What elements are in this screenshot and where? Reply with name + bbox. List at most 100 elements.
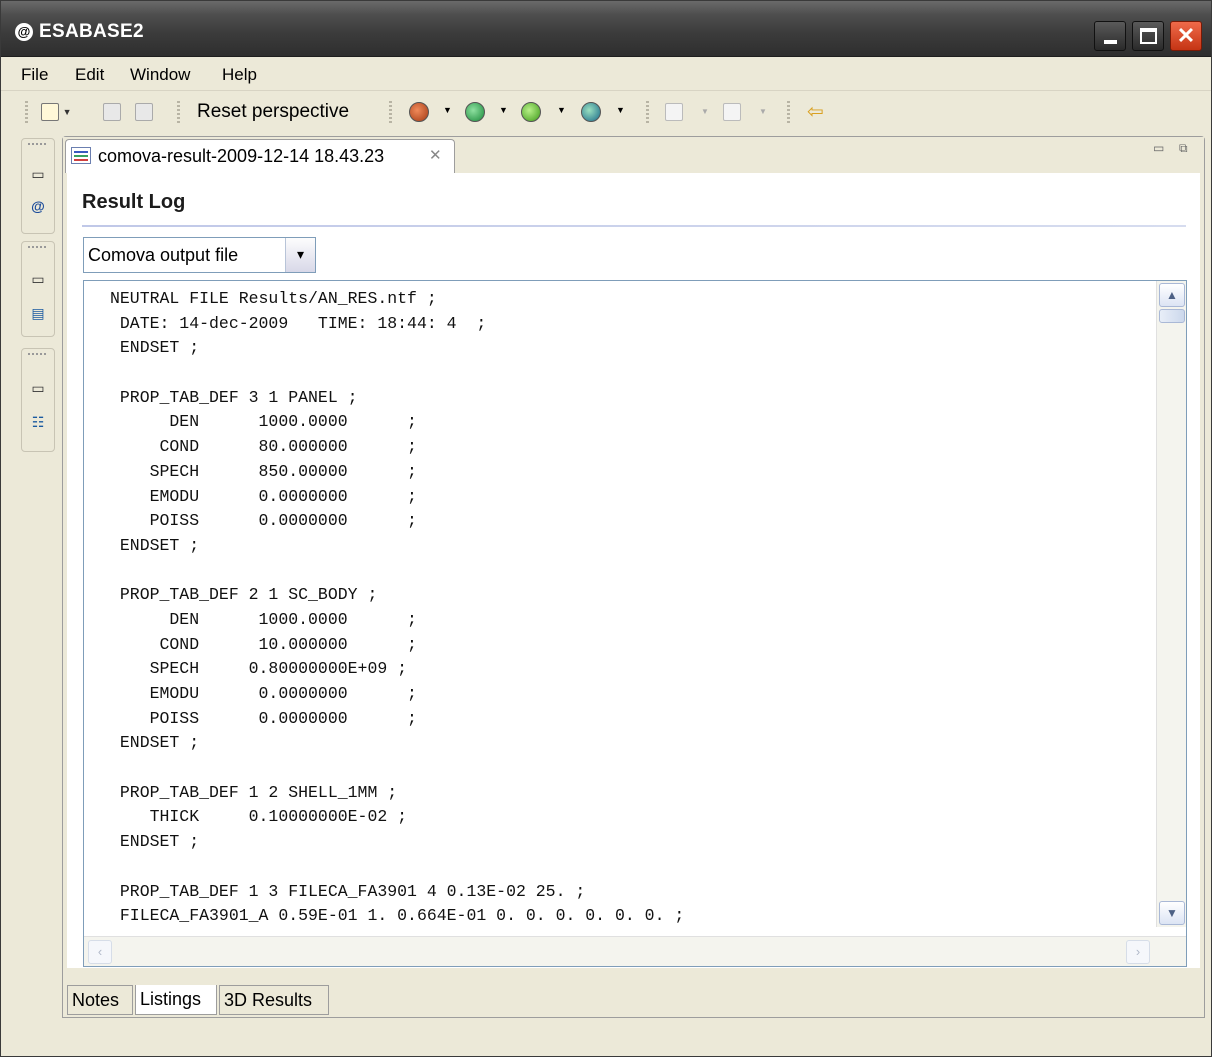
log-line: PROP_TAB_DEF 1 3 FILECA_FA3901 4 0.13E-0… — [110, 881, 586, 901]
run-blue-icon[interactable] — [581, 102, 601, 122]
table-view-icon[interactable]: ▤ — [29, 304, 47, 322]
editor-area: comova-result-2009-12-14 18.43.23 ✕ ▭ ⧉ … — [62, 136, 1205, 1018]
vertical-scrollbar[interactable]: ▲ ▼ — [1156, 281, 1186, 927]
log-line: EMODU 0.0000000 ; — [110, 684, 417, 703]
log-textarea[interactable]: NEUTRAL FILE Results/AN_RES.ntf ; DATE: … — [83, 280, 1187, 967]
log-line: POISS 0.0000000 ; — [110, 511, 417, 531]
toolbar-grip[interactable] — [787, 101, 790, 123]
trim-stack-1: ▭ @ — [21, 138, 55, 234]
log-text: NEUTRAL FILE Results/AN_RES.ntf ; DATE: … — [110, 289, 684, 931]
title-bar[interactable]: @ ESABASE2 ✕ — [1, 1, 1211, 57]
toolbar-grip[interactable] — [177, 101, 180, 123]
scroll-right-icon[interactable]: › — [1126, 940, 1150, 964]
previous-annotation-icon[interactable] — [723, 103, 741, 121]
restore-icon[interactable]: ▭ — [29, 165, 47, 183]
save-button[interactable] — [103, 100, 121, 122]
new-dropdown-icon: ▼ — [62, 107, 72, 117]
menu-file[interactable]: File — [21, 65, 48, 85]
log-line: THICK 0.10000000E-02 ; — [110, 807, 408, 827]
log-line: PROP_TAB_DEF 2 1 SC_BODY ; — [110, 585, 378, 605]
main-toolbar: ▼ — [1, 91, 1211, 133]
log-line: POISS 0.0000000 ; — [110, 708, 417, 728]
run-red-icon[interactable] — [409, 102, 429, 122]
next-annotation-icon[interactable] — [665, 103, 683, 121]
dropdown-arrow-icon[interactable]: ▼ — [557, 105, 566, 115]
minimize-button[interactable] — [1094, 21, 1126, 51]
menu-window[interactable]: Window — [130, 65, 190, 85]
log-line: EMODU 0.0000000 ; — [110, 486, 417, 506]
close-button[interactable]: ✕ — [1170, 21, 1202, 51]
tab-3d-results[interactable]: 3D Results — [219, 985, 329, 1015]
menu-bar: File Edit Window Help — [1, 57, 1211, 91]
scroll-up-icon[interactable]: ▲ — [1159, 283, 1185, 307]
menu-help[interactable]: Help — [222, 65, 257, 85]
toolbar-grip[interactable] — [25, 101, 28, 123]
select-value: Comova output file — [88, 245, 239, 265]
close-icon: ✕ — [1176, 23, 1196, 48]
maximize-view-icon[interactable]: ⧉ — [1179, 141, 1188, 156]
dropdown-arrow-icon[interactable]: ▼ — [616, 105, 625, 115]
toolbar-grip[interactable] — [389, 101, 392, 123]
scroll-thumb[interactable] — [1159, 309, 1185, 323]
back-arrow-icon[interactable]: ⇦ — [807, 99, 824, 124]
scroll-down-icon[interactable]: ▼ — [1159, 901, 1185, 925]
maximize-icon — [1140, 28, 1157, 44]
outline-view-icon[interactable]: ☷ — [29, 413, 47, 431]
dropdown-arrow-icon[interactable]: ▼ — [499, 105, 508, 115]
dropdown-arrow-icon[interactable]: ▼ — [443, 105, 452, 115]
log-line: PROP_TAB_DEF 1 2 SHELL_1MM ; — [110, 782, 398, 802]
minimize-icon — [1104, 40, 1117, 44]
save-all-icon — [135, 102, 153, 121]
editor-tab-label: comova-result-2009-12-14 18.43.23 — [98, 146, 385, 166]
new-icon — [41, 102, 59, 121]
log-line: DEN 1000.0000 ; — [110, 412, 417, 432]
minimize-view-icon[interactable]: ▭ — [1153, 141, 1164, 155]
trim-stack-3: ▭ ☷ — [21, 348, 55, 452]
log-line: FILECA_FA3901_A 0.59E-01 1. 0.664E-01 0.… — [110, 906, 685, 926]
trim-stack-2: ▭ ▤ — [21, 241, 55, 337]
result-log-page: Result Log Comova output file ▾ NEUTRAL … — [67, 173, 1200, 968]
chevron-down-icon[interactable]: ▾ — [285, 238, 315, 272]
reset-perspective-button[interactable]: Reset perspective — [197, 101, 349, 123]
run-green-icon[interactable] — [465, 102, 485, 122]
log-line: PROP_TAB_DEF 3 1 PANEL ; — [110, 387, 358, 407]
output-file-select[interactable]: Comova output file ▾ — [83, 237, 316, 273]
log-line: DATE: 14-dec-2009 TIME: 18:44: 4 ; — [110, 313, 487, 333]
trim-grip[interactable] — [28, 246, 48, 248]
log-line: NEUTRAL FILE Results/AN_RES.ntf ; — [110, 289, 437, 308]
trim-grip[interactable] — [28, 353, 48, 355]
save-all-button[interactable] — [135, 100, 153, 122]
editor-tab-result[interactable]: comova-result-2009-12-14 18.43.23 ✕ — [65, 139, 455, 173]
tab-notes[interactable]: Notes — [67, 985, 133, 1015]
trim-grip[interactable] — [28, 143, 48, 145]
log-line: ENDSET ; — [110, 535, 200, 555]
dropdown-arrow-icon[interactable]: ▼ — [701, 107, 709, 116]
run-lime-icon[interactable] — [521, 102, 541, 122]
maximize-button[interactable] — [1132, 21, 1164, 51]
menu-edit[interactable]: Edit — [75, 65, 104, 85]
editor-tab-strip: comova-result-2009-12-14 18.43.23 ✕ ▭ ⧉ — [63, 137, 1204, 173]
tab-listings[interactable]: Listings — [135, 985, 217, 1015]
dropdown-arrow-icon[interactable]: ▼ — [759, 107, 767, 116]
new-wizard-button[interactable]: ▼ — [41, 100, 72, 122]
app-window: @ ESABASE2 ✕ File Edit Window Help ▼ Res… — [0, 0, 1212, 1057]
restore-icon[interactable]: ▭ — [29, 270, 47, 288]
toolbar-grip[interactable] — [646, 101, 649, 123]
log-line: SPECH 850.00000 ; — [110, 461, 417, 481]
log-line: COND 10.000000 ; — [110, 634, 417, 654]
save-icon — [103, 102, 121, 121]
horizontal-scrollbar[interactable]: ‹ › — [84, 936, 1186, 966]
log-line: ENDSET ; — [110, 733, 200, 753]
scroll-left-icon[interactable]: ‹ — [88, 940, 112, 964]
restore-icon[interactable]: ▭ — [29, 379, 47, 397]
log-line: DEN 1000.0000 ; — [110, 609, 417, 629]
chart-icon — [71, 147, 91, 164]
log-line: ENDSET ; — [110, 832, 200, 852]
esabase-view-icon[interactable]: @ — [29, 197, 47, 215]
tab-close-icon[interactable]: ✕ — [429, 146, 442, 164]
log-line: ENDSET ; — [110, 338, 200, 358]
